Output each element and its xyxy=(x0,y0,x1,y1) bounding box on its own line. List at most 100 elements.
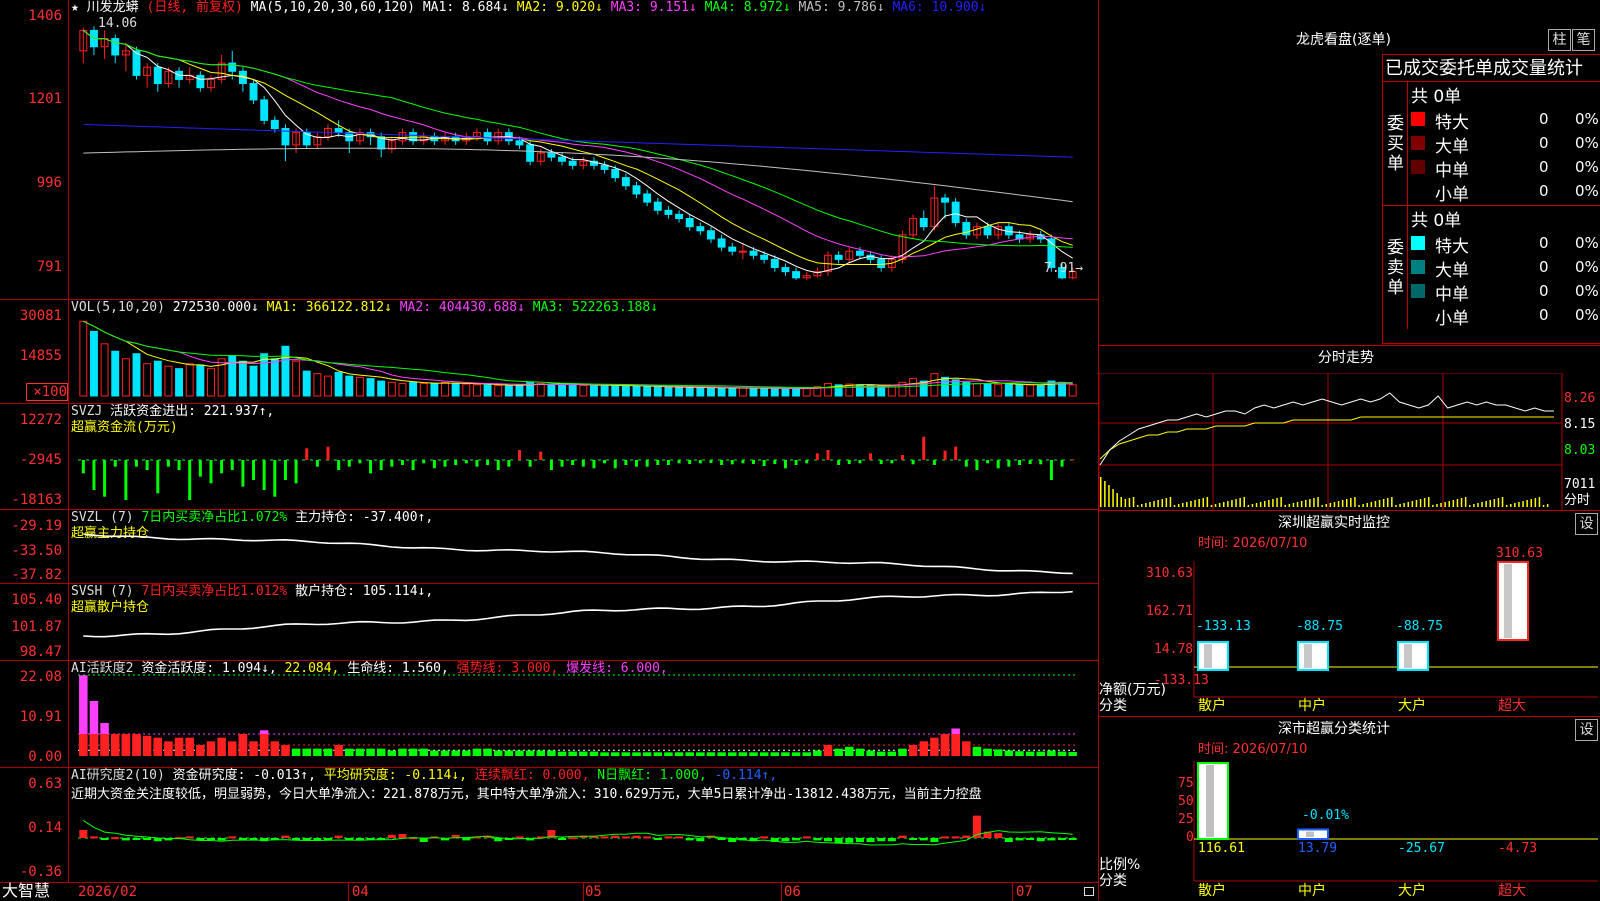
intraday-vol-bar xyxy=(1428,497,1430,507)
ai-research-bar xyxy=(962,835,971,838)
sz-monitor-value-label: -133.13 xyxy=(1196,619,1251,634)
ai-active-bar xyxy=(462,750,471,756)
ai-active-bar xyxy=(802,752,811,756)
svzj-panel[interactable]: SVZJ 活跃资金进出: 221.937↑, 超赢资金流(万元) 12272 -… xyxy=(0,403,1098,510)
ai-active-bar xyxy=(557,751,567,756)
intraday-vol-bar xyxy=(1259,502,1262,507)
intraday-vol-bar xyxy=(1481,502,1483,507)
ai-research-bar xyxy=(121,838,130,841)
ai-active-bar xyxy=(610,752,620,756)
svzj-chart[interactable] xyxy=(70,404,1098,510)
intraday-vol-bar xyxy=(1194,500,1196,507)
svzj-bar xyxy=(996,460,1000,469)
svzj-bar xyxy=(879,460,883,464)
ai-active-bar xyxy=(993,749,1003,756)
svsh-chart[interactable] xyxy=(70,584,1098,661)
intraday-vol-bar xyxy=(1128,498,1131,507)
vol-panel[interactable]: VOL(5,10,20) 272530.000↓ MA1: 366122.812… xyxy=(0,299,1098,404)
ai-research-bar xyxy=(802,836,811,839)
intraday-vol-bar xyxy=(1526,500,1528,507)
ai-active-chart[interactable] xyxy=(70,661,1098,768)
intraday-vol-bar xyxy=(1247,505,1250,507)
vol-bar xyxy=(760,388,769,397)
sell-pct: 0% xyxy=(1575,282,1599,300)
candle-body xyxy=(728,246,737,252)
intraday-vol-bar xyxy=(1214,504,1217,507)
vol-bar xyxy=(536,383,545,397)
tick-mode-button[interactable]: 笔 xyxy=(1572,29,1595,51)
ai-active-bar xyxy=(525,750,535,756)
svzj-bar xyxy=(1060,460,1064,467)
intraday-vol-bar xyxy=(1423,498,1426,507)
ai-active-bar xyxy=(504,750,514,756)
vol-y-tick-1: 14855 xyxy=(19,348,62,364)
svzj-bar xyxy=(858,460,862,464)
intraday-vol-bar xyxy=(1198,499,1200,507)
candle-body xyxy=(153,66,162,85)
ai-active-bar xyxy=(930,737,939,756)
kline-panel[interactable]: ★ 川发龙蟒 (日线, 前复权) MA(5,10,20,30,60,120) M… xyxy=(0,0,1098,299)
vol-bar xyxy=(600,384,609,397)
ai-research-panel[interactable]: AI研究度2(10) 资金研究度: -0.013↑, 平均研究度: -0.114… xyxy=(0,767,1098,883)
ai-research-bar xyxy=(185,836,194,839)
intraday-vol-bar xyxy=(1280,497,1282,507)
ma-line-6 xyxy=(83,123,1073,158)
ai-active-y-tick-1: 10.91 xyxy=(19,709,62,725)
intraday-vol-bar xyxy=(1370,502,1373,507)
kline-y-tick-3: 791 xyxy=(36,259,62,275)
vol-chart[interactable] xyxy=(70,300,1098,404)
buy-label-col: 委买单 xyxy=(1383,82,1408,205)
sz-class-value-label: -25.67 xyxy=(1398,841,1445,856)
candle-body xyxy=(568,160,577,166)
vol-bar xyxy=(707,387,715,397)
buy-count: 0 xyxy=(1539,110,1549,128)
svsh-panel[interactable]: SVSH (7) 7日内买卖净占比1.012% 散户持仓: 105.114↓, … xyxy=(0,583,1098,661)
svzl-panel[interactable]: SVZL (7) 7日内买卖净占比1.072% 主力持仓: -37.400↑, … xyxy=(0,509,1098,584)
sz-monitor-bar-中户 xyxy=(1297,641,1329,671)
lock-icon[interactable] xyxy=(1084,887,1094,896)
candle-body xyxy=(196,74,205,89)
intraday-vol-bar xyxy=(1366,503,1368,507)
ai-research-chart[interactable] xyxy=(70,768,1098,883)
intraday-vol-bar xyxy=(1153,501,1155,507)
vol-bar xyxy=(196,364,205,397)
vol-bar xyxy=(675,386,684,397)
intraday-vol-bar xyxy=(1177,504,1180,507)
brand-logo[interactable]: 大智慧 xyxy=(2,883,50,899)
sell-pct: 0% xyxy=(1575,234,1599,252)
svzl-chart[interactable] xyxy=(70,510,1098,584)
svzj-bar xyxy=(709,460,713,463)
buy-name: 大单 xyxy=(1435,137,1469,157)
ai-research-bar xyxy=(621,836,630,839)
vol-bar xyxy=(494,385,503,397)
intraday-vol-bar xyxy=(1276,498,1278,507)
ai-active-bar xyxy=(270,741,280,756)
kline-chart[interactable] xyxy=(70,0,1098,299)
svzj-bar xyxy=(613,460,617,469)
intraday-frame xyxy=(1098,373,1563,511)
candle-body xyxy=(983,226,992,236)
svzj-bar xyxy=(847,460,851,464)
intraday-vol-bar xyxy=(1210,505,1213,507)
svzj-bar xyxy=(422,460,426,464)
vol-bar xyxy=(983,383,992,397)
kline-y-tick-1: 1201 xyxy=(28,91,62,107)
svzj-bar xyxy=(741,460,745,464)
intraday-vol-bar xyxy=(1456,499,1459,507)
svzj-bar xyxy=(539,451,543,460)
svzj-bar xyxy=(592,460,596,469)
svzj-bar xyxy=(698,460,702,464)
svzj-bar xyxy=(358,460,362,464)
ai-active-panel[interactable]: AI活跃度2 资金活跃度: 1.094↓, 22.084, 生命线: 1.560… xyxy=(0,660,1098,768)
intraday-vol-bar xyxy=(1218,503,1221,507)
ai-active-bar xyxy=(813,750,822,756)
intraday-vol-bar xyxy=(1346,499,1348,507)
sz-class-top-label: -0.01% xyxy=(1302,807,1349,823)
vol-bar xyxy=(696,387,705,397)
longhu-title: 龙虎看盘(逐单) xyxy=(1296,32,1391,48)
intraday-vol-bar xyxy=(1341,500,1344,507)
ai-active-bar-base xyxy=(79,733,88,756)
intraday-chart[interactable] xyxy=(1098,373,1600,511)
bar-mode-button[interactable]: 柱 xyxy=(1548,29,1571,51)
sz-class-cat-label: 中户 xyxy=(1298,883,1326,899)
